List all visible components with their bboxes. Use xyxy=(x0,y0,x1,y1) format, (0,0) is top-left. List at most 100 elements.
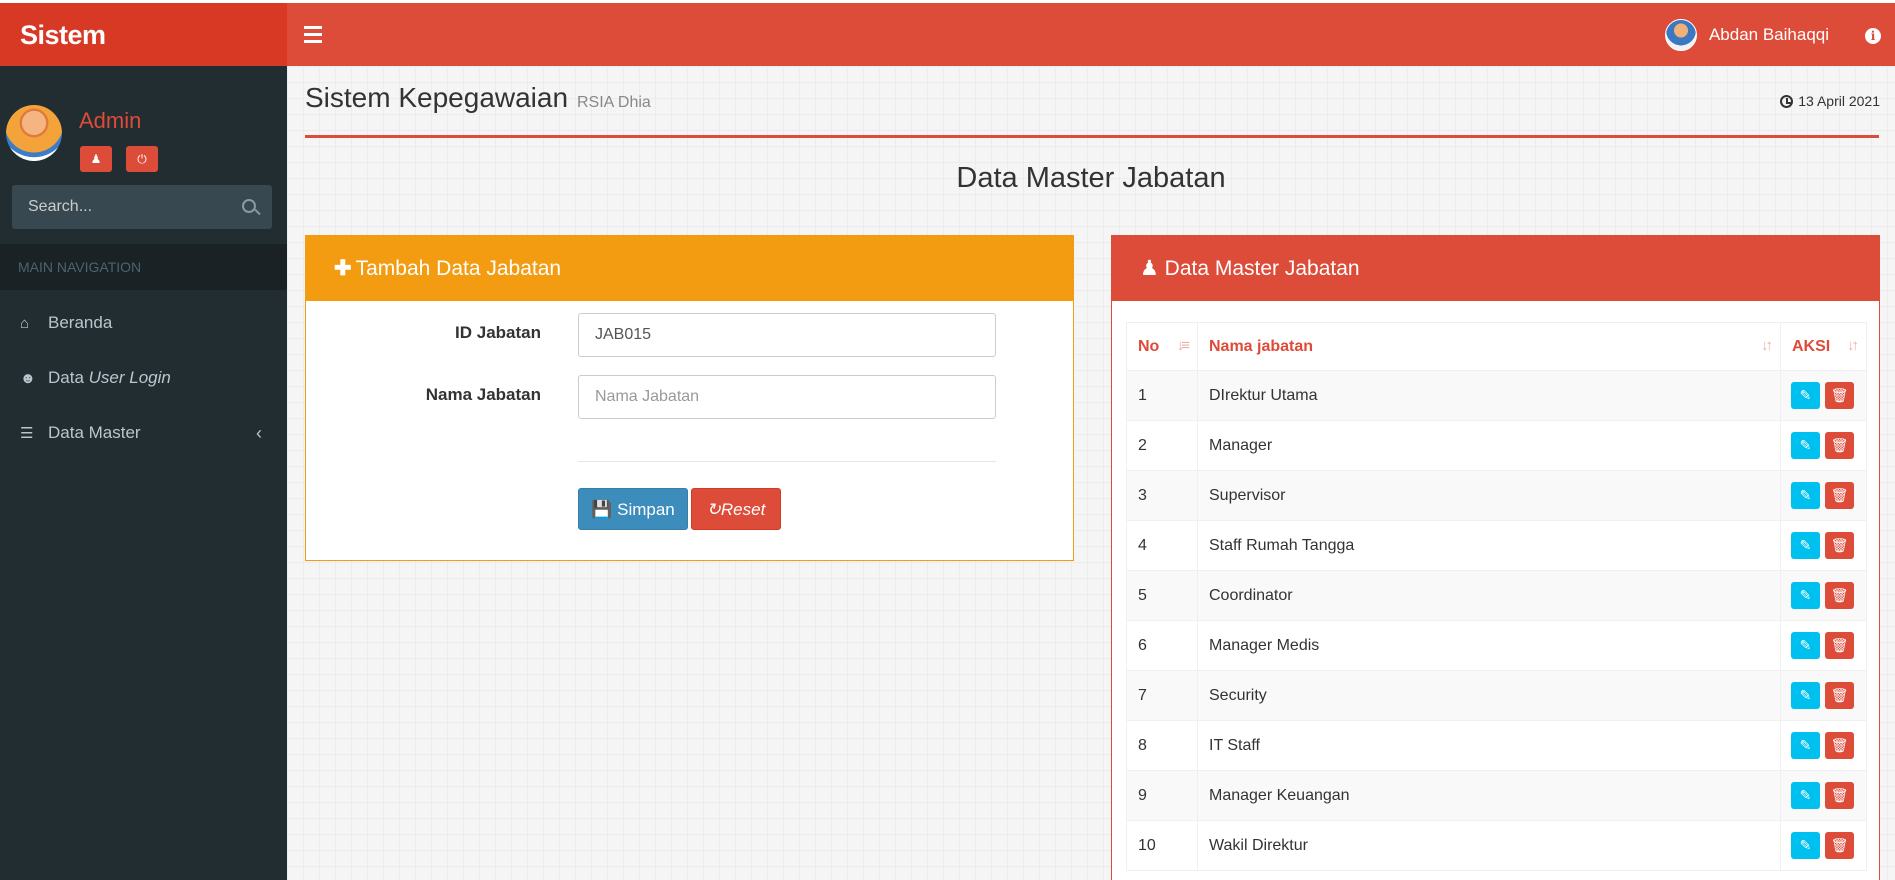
edit-button[interactable]: ✎ xyxy=(1791,632,1820,659)
id-jabatan-input[interactable]: JAB015 xyxy=(578,313,996,357)
nav-header: MAIN NAVIGATION xyxy=(0,244,287,290)
save-button[interactable]: 💾 Simpan xyxy=(578,488,688,530)
pencil-icon: ✎ xyxy=(1799,487,1812,503)
sidebar-item-label: Beranda xyxy=(48,313,113,332)
trash-icon: 🗑 xyxy=(1830,687,1849,703)
form-title: Tambah Data Jabatan xyxy=(355,257,562,280)
search-icon[interactable] xyxy=(242,199,256,213)
sidebar-user-name: Admin xyxy=(79,108,142,133)
divider xyxy=(305,135,1879,138)
cell-no: 3 xyxy=(1126,470,1198,521)
date-text: 13 April 2021 xyxy=(1798,93,1880,109)
header-label: No xyxy=(1138,337,1160,355)
delete-button[interactable]: 🗑 xyxy=(1825,482,1854,509)
edit-button[interactable]: ✎ xyxy=(1791,382,1820,409)
page-subtitle: RSIA Dhia xyxy=(577,94,651,111)
table-row: 10 Wakil Direktur ✎ 🗑 xyxy=(1126,820,1867,871)
cell-aksi: ✎ 🗑 xyxy=(1780,620,1867,671)
user-menu[interactable]: Abdan Baihaqqi xyxy=(1664,17,1829,53)
sidebar-search-input[interactable]: Search... xyxy=(12,185,272,229)
trash-icon: 🗑 xyxy=(1830,587,1849,603)
sort-asc-icon[interactable]: ↓≡ xyxy=(1177,337,1190,354)
pencil-icon: ✎ xyxy=(1799,537,1812,553)
sort-icon[interactable]: ↓↑ xyxy=(1761,337,1773,354)
sidebar-item-label: Data xyxy=(48,368,89,387)
plus-icon: ✚ xyxy=(334,257,352,280)
table-row: 5 Coordinator ✎ 🗑 xyxy=(1126,570,1867,621)
table-row: 9 Manager Keuangan ✎ 🗑 xyxy=(1126,770,1867,821)
trash-icon: 🗑 xyxy=(1830,487,1849,503)
cell-no: 9 xyxy=(1126,770,1198,821)
sidebar-toggle-icon[interactable] xyxy=(304,22,322,46)
top-navbar: Sistem Kepegawaian Abdan Baihaqqi i xyxy=(0,0,1895,114)
edit-button[interactable]: ✎ xyxy=(1791,782,1820,809)
floppy-icon: 💾 xyxy=(591,500,613,519)
date-display: 13 April 2021 xyxy=(1780,93,1880,109)
sidebar-item-beranda[interactable]: ⌂ Beranda xyxy=(0,296,287,350)
pencil-icon: ✎ xyxy=(1799,737,1812,753)
header-label: Nama jabatan xyxy=(1209,337,1314,355)
trash-icon: 🗑 xyxy=(1830,437,1849,453)
cell-aksi: ✎ 🗑 xyxy=(1780,820,1867,871)
name-label: Nama Jabatan xyxy=(425,385,541,404)
delete-button[interactable]: 🗑 xyxy=(1825,382,1854,409)
sidebar-item-data-master[interactable]: ☰ Data Master ‹ xyxy=(0,406,287,460)
add-form-box: ✚ Tambah Data Jabatan ID Jabatan JAB015 N… xyxy=(305,235,1074,561)
delete-button[interactable]: 🗑 xyxy=(1825,432,1854,459)
delete-button[interactable]: 🗑 xyxy=(1825,732,1854,759)
cell-aksi: ✎ 🗑 xyxy=(1780,420,1867,471)
sidebar-item-label-em: User Login xyxy=(88,368,171,387)
column-header-aksi[interactable]: AKSI ↓↑ xyxy=(1780,322,1867,371)
table-row: 1 DIrektur Utama ✎ 🗑 xyxy=(1126,370,1867,421)
sidebar-item-user-login[interactable]: ☻ Data User Login xyxy=(0,351,287,405)
edit-button[interactable]: ✎ xyxy=(1791,732,1820,759)
table-row: 6 Manager Medis ✎ 🗑 xyxy=(1126,620,1867,671)
info-icon[interactable]: i xyxy=(1865,28,1881,44)
column-header-nama[interactable]: Nama jabatan ↓↑ xyxy=(1197,322,1781,371)
refresh-icon: ↻ xyxy=(706,500,721,519)
edit-button[interactable]: ✎ xyxy=(1791,432,1820,459)
main-content: Sistem Kepegawaian RSIA Dhia 13 April 20… xyxy=(287,66,1895,880)
section-heading: Data Master Jabatan xyxy=(956,162,1226,194)
cell-nama: Manager Keuangan xyxy=(1197,770,1781,821)
pencil-icon: ✎ xyxy=(1799,437,1812,453)
sort-icon[interactable]: ↓↑ xyxy=(1847,337,1859,354)
cell-no: 4 xyxy=(1126,520,1198,571)
cell-nama: Coordinator xyxy=(1197,570,1781,621)
delete-button[interactable]: 🗑 xyxy=(1825,582,1854,609)
delete-button[interactable]: 🗑 xyxy=(1825,682,1854,709)
logout-button[interactable]: ⏻ xyxy=(126,146,158,172)
cell-no: 1 xyxy=(1126,370,1198,421)
cell-no: 5 xyxy=(1126,570,1198,621)
cell-no: 8 xyxy=(1126,720,1198,771)
trash-icon: 🗑 xyxy=(1830,837,1849,853)
reset-button[interactable]: ↻Reset xyxy=(691,488,781,530)
table-row: 4 Staff Rumah Tangga ✎ 🗑 xyxy=(1126,520,1867,571)
pencil-icon: ✎ xyxy=(1799,837,1812,853)
edit-button[interactable]: ✎ xyxy=(1791,482,1820,509)
header-label: AKSI xyxy=(1792,337,1831,355)
male-icon: ♟ xyxy=(1140,257,1159,280)
edit-button[interactable]: ✎ xyxy=(1791,532,1820,559)
edit-button[interactable]: ✎ xyxy=(1791,582,1820,609)
profile-button[interactable]: ♟ xyxy=(80,146,112,172)
table-header-bar: ♟ Data Master Jabatan xyxy=(1112,236,1879,301)
save-label: Simpan xyxy=(617,500,675,519)
column-header-no[interactable]: No ↓≡ xyxy=(1126,322,1198,371)
trash-icon: 🗑 xyxy=(1830,387,1849,403)
delete-button[interactable]: 🗑 xyxy=(1825,532,1854,559)
cell-aksi: ✎ 🗑 xyxy=(1780,720,1867,771)
edit-button[interactable]: ✎ xyxy=(1791,682,1820,709)
cell-no: 10 xyxy=(1126,820,1198,871)
edit-button[interactable]: ✎ xyxy=(1791,832,1820,859)
cell-no: 7 xyxy=(1126,670,1198,721)
nama-jabatan-input[interactable]: Nama Jabatan xyxy=(578,375,996,419)
delete-button[interactable]: 🗑 xyxy=(1825,832,1854,859)
cell-nama: Manager Medis xyxy=(1197,620,1781,671)
clock-icon xyxy=(1780,95,1794,108)
brand-logo[interactable]: Sistem Kepegawaian xyxy=(0,3,287,114)
cell-aksi: ✎ 🗑 xyxy=(1780,670,1867,721)
trash-icon: 🗑 xyxy=(1830,637,1849,653)
delete-button[interactable]: 🗑 xyxy=(1825,782,1854,809)
delete-button[interactable]: 🗑 xyxy=(1825,632,1854,659)
